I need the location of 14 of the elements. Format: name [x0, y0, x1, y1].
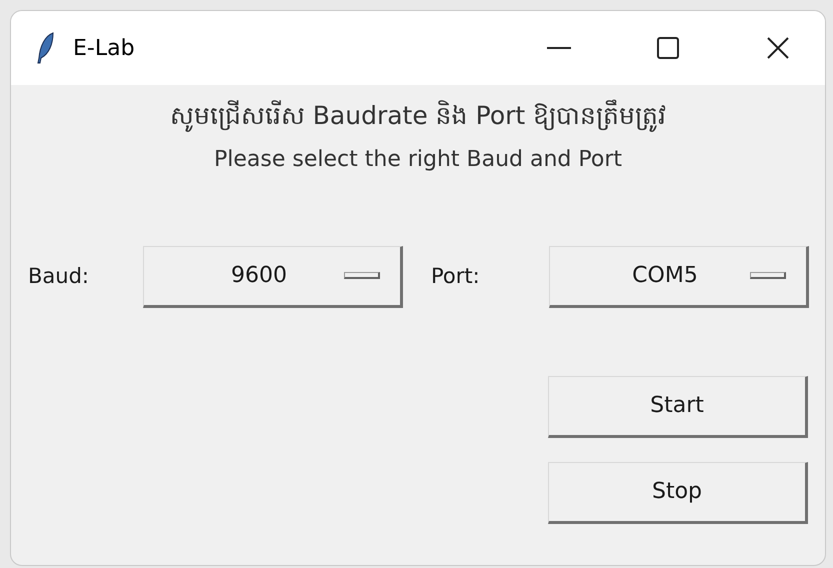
window-title: E-Lab: [73, 34, 135, 62]
option-menu[interactable]: COM5: [549, 246, 809, 308]
khmer-heading: សូមជ្រើសរើស Baudrate និង Port ឱ្យបានត្រឹមត្រូវ: [170, 98, 666, 134]
option-menu[interactable]: 9600: [143, 246, 403, 308]
indicator-icon: [750, 272, 786, 279]
feather-icon: [37, 32, 55, 64]
action-button[interactable]: Start: [548, 376, 808, 438]
action-button[interactable]: Stop: [548, 462, 808, 524]
field-label: Baud:: [28, 262, 90, 290]
field-label: Port:: [431, 262, 481, 290]
close-icon[interactable]: [767, 37, 789, 59]
indicator-icon: [344, 272, 380, 279]
heading: Please select the right Baud and Port: [214, 146, 622, 174]
maximize-icon[interactable]: [657, 37, 679, 59]
